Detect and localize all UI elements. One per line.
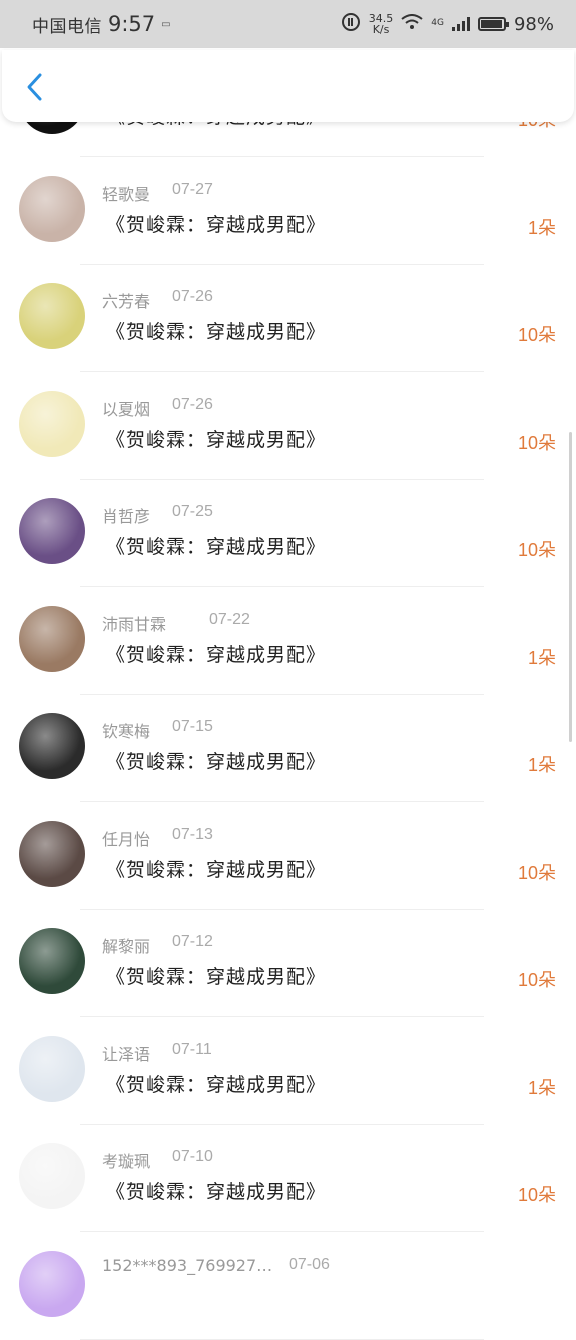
list-item[interactable]: 考璇珮 07-10 《贺峻霖：穿越成男配》 10朵 xyxy=(0,1125,576,1232)
avatar[interactable] xyxy=(19,713,85,779)
back-button[interactable] xyxy=(18,70,52,104)
avatar[interactable] xyxy=(19,175,85,242)
flower-amount: 1朵 xyxy=(527,647,556,668)
book-title[interactable]: 《贺峻霖：穿越成男配》 xyxy=(106,747,326,774)
row-divider xyxy=(80,1338,484,1340)
status-left: 中国电信 9:57 ▭ xyxy=(32,12,171,37)
reward-date: 07-11 xyxy=(172,1040,212,1058)
reward-date: 07-13 xyxy=(172,825,213,843)
reward-date: 07-22 xyxy=(209,610,250,628)
book-title[interactable]: 《贺峻霖：穿越成男配》 xyxy=(106,962,326,989)
flower-amount: 10朵 xyxy=(517,862,556,883)
reward-date: 07-06 xyxy=(289,1255,330,1273)
avatar[interactable] xyxy=(19,928,85,994)
book-title[interactable]: 《贺峻霖：穿越成男配》 xyxy=(106,210,326,237)
book-title[interactable]: 《贺峻霖：穿越成男配》 xyxy=(106,317,326,344)
list-item[interactable]: 六芳春 07-26 《贺峻霖：穿越成男配》 10朵 xyxy=(0,265,576,372)
book-title[interactable]: 《贺峻霖：穿越成男配》 xyxy=(106,855,326,882)
list-item[interactable]: 钦寒梅 07-15 《贺峻霖：穿越成男配》 1朵 xyxy=(0,695,576,802)
flower-amount: 1朵 xyxy=(527,1077,556,1098)
avatar[interactable] xyxy=(19,390,85,457)
chevron-left-icon xyxy=(27,73,42,101)
top-bar xyxy=(2,50,574,122)
user-name: 六芳春 xyxy=(102,292,151,311)
book-title[interactable]: 《贺峻霖：穿越成男配》 xyxy=(106,425,326,452)
user-name: 152***893_769927… xyxy=(102,1255,273,1275)
reward-date: 07-12 xyxy=(172,933,213,950)
list-item[interactable]: 让泽语 07-11 《贺峻霖：穿越成男配》 1朵 xyxy=(0,1018,576,1125)
user-name: 解黎丽 xyxy=(102,937,151,956)
avatar[interactable] xyxy=(19,1143,85,1209)
speed-unit: K/s xyxy=(372,23,390,36)
user-name: 沛雨甘霖 xyxy=(102,614,167,634)
status-right: 34.5 K/s 4G 98% xyxy=(341,12,554,36)
notification-icon: ▭ xyxy=(161,18,171,30)
flower-amount: 10朵 xyxy=(517,432,556,453)
list-item[interactable]: 解黎丽 07-12 《贺峻霖：穿越成男配》 10朵 xyxy=(0,910,576,1017)
book-title[interactable]: 《贺峻霖：穿越成男配》 xyxy=(106,640,326,667)
avatar[interactable] xyxy=(19,605,85,672)
user-name: 肖哲彦 xyxy=(102,507,151,526)
user-name: 轻歌曼 xyxy=(102,184,151,204)
flower-amount: 1朵 xyxy=(527,755,556,775)
reward-date: 07-26 xyxy=(172,288,213,305)
user-name: 考璇珮 xyxy=(102,1152,151,1171)
user-name: 任月怡 xyxy=(102,829,151,849)
carrier-label: 中国电信 xyxy=(32,16,102,37)
book-title[interactable]: 《贺峻霖：穿越成男配》 xyxy=(106,1070,326,1097)
reward-date: 07-25 xyxy=(172,503,213,520)
list-item[interactable]: 任月怡 07-13 《贺峻霖：穿越成男配》 10朵 xyxy=(0,803,576,910)
reward-date: 07-15 xyxy=(172,718,213,735)
user-name: 让泽语 xyxy=(102,1044,151,1064)
clock: 9:57 xyxy=(108,12,156,36)
list-item[interactable]: 肖哲彦 07-25 《贺峻霖：穿越成男配》 10朵 xyxy=(0,480,576,587)
avatar[interactable] xyxy=(19,1250,85,1317)
user-name: 以夏烟 xyxy=(102,399,151,419)
battery-icon xyxy=(477,17,509,31)
flower-amount: 10朵 xyxy=(517,1185,556,1205)
network-type: 4G xyxy=(431,18,444,28)
list-item[interactable]: 沛雨甘霖 07-22 《贺峻霖：穿越成男配》 1朵 xyxy=(0,588,576,695)
book-title[interactable]: 《贺峻霖：穿越成男配》 xyxy=(106,532,326,559)
list-item[interactable]: 轻歌曼 07-27 《贺峻霖：穿越成男配》 1朵 xyxy=(0,158,576,265)
avatar[interactable] xyxy=(19,498,85,564)
reward-date: 07-10 xyxy=(172,1148,213,1165)
flower-amount: 10朵 xyxy=(517,970,556,990)
scrollbar[interactable] xyxy=(569,432,572,742)
avatar[interactable] xyxy=(19,1035,85,1102)
list-item[interactable]: 152***893_769927… 07-06 xyxy=(0,1233,576,1340)
flower-amount: 10朵 xyxy=(517,540,556,560)
flower-amount: 10朵 xyxy=(517,325,556,345)
network-speed: 34.5 K/s xyxy=(369,13,394,35)
avatar[interactable] xyxy=(19,820,85,887)
book-title[interactable]: 《贺峻霖：穿越成男配》 xyxy=(106,1177,326,1204)
user-name: 钦寒梅 xyxy=(102,722,151,741)
reward-date: 07-26 xyxy=(172,395,213,413)
reward-date: 07-27 xyxy=(172,180,213,198)
signal-icon xyxy=(451,17,470,31)
data-saver-icon xyxy=(341,12,361,36)
wifi-icon xyxy=(401,14,423,34)
avatar[interactable] xyxy=(19,283,85,349)
battery-percent: 98% xyxy=(513,13,554,35)
list-item[interactable]: 以夏烟 07-26 《贺峻霖：穿越成男配》 10朵 xyxy=(0,373,576,480)
flower-amount: 1朵 xyxy=(527,217,556,238)
status-bar: 中国电信 9:57 ▭ 34.5 K/s 4G 98% xyxy=(0,0,576,48)
